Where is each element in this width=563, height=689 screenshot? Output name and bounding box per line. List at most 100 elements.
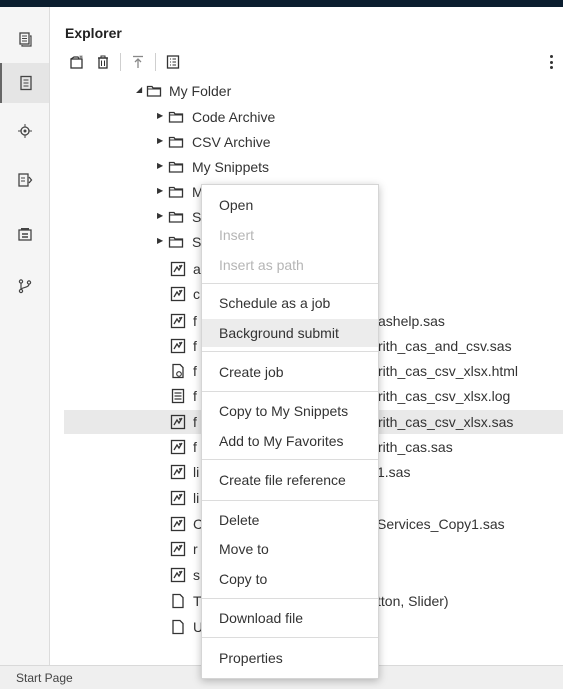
folder-icon [168,186,184,198]
tree-item-label: Code Archive [192,109,276,125]
side-rail [0,7,50,665]
folder-icon [168,136,184,148]
open-item-icon [18,32,32,47]
rail-git-button[interactable] [0,266,49,306]
tree-folder[interactable]: ▶ CSV Archive [50,130,563,154]
menu-item-label: Schedule as a job [219,295,331,311]
tree-item-label-tail: rith_cas_csv_xlsx.html [378,363,519,379]
context-menu: Open Insert Insert as path Schedule as a… [201,184,379,679]
delete-icon [98,55,108,69]
collapse-arrow-icon[interactable]: ◢ [136,85,142,94]
rail-open-item-button[interactable] [0,19,49,59]
expand-arrow-icon[interactable]: ▶ [157,236,163,245]
git-branch-icon [18,279,31,294]
menu-item-download-file[interactable]: Download file [202,604,378,632]
file-icon [172,593,184,609]
upload-button[interactable] [129,53,147,71]
tree-item-label: S [192,234,202,250]
menu-item-copy-to-snippets[interactable]: Copy to My Snippets [202,397,378,425]
tree-item-label-tail: Services_Copy1.sas [377,516,505,532]
rail-tasks-button[interactable] [0,214,49,254]
tree-item-label: a [193,261,201,277]
menu-item-background-submit[interactable]: Background submit [202,319,378,347]
more-options-icon[interactable] [547,53,555,71]
menu-item-label: Create file reference [219,472,346,488]
menu-item-schedule-as-job[interactable]: Schedule as a job [202,289,378,317]
sas-program-icon [170,261,186,277]
file-icon [172,619,184,635]
expand-arrow-icon[interactable]: ▶ [157,186,163,195]
menu-item-insert-as-path: Insert as path [202,251,378,279]
tree-item-label-tail: rith_cas_and_csv.sas [378,338,512,354]
tree-item-label-tail: rith_cas_csv_xlsx.sas [378,414,514,430]
explorer-toolbar: * [68,52,182,72]
menu-separator [202,459,378,460]
expand-arrow-icon[interactable]: ▶ [157,136,163,145]
sas-program-icon [170,439,186,455]
expand-arrow-icon[interactable]: ▶ [157,211,163,220]
tree-item-label: f [193,313,197,329]
menu-separator [202,351,378,352]
menu-item-create-file-reference[interactable]: Create file reference [202,466,378,494]
menu-item-create-job[interactable]: Create job [202,358,378,386]
menu-item-label: Copy to My Snippets [219,403,349,419]
folder-icon [146,85,162,97]
tree-item-label: My Snippets [192,159,270,175]
menu-item-move-to[interactable]: Move to [202,535,378,563]
snippets-icon [17,173,32,187]
menu-item-copy-to[interactable]: Copy to [202,565,378,593]
tree-item-label: c [193,286,200,302]
tree-item-label-tail: ashelp.sas [378,313,445,329]
start-page-tab[interactable]: Start Page [16,671,73,685]
menu-item-label: Insert [219,227,255,243]
tree-folder[interactable]: ▶ Code Archive [50,105,563,129]
expand-arrow-icon[interactable]: ▶ [157,161,163,170]
menu-separator [202,598,378,599]
rail-snippets-button[interactable] [0,160,49,200]
tree-item-label: f [193,414,197,430]
tasks-icon [17,228,32,241]
tree-item-label-tail: rith_cas_csv_xlsx.log [378,388,511,404]
menu-separator [202,391,378,392]
upload-icon [133,55,143,68]
menu-item-properties[interactable]: Properties [202,644,378,672]
sas-program-icon [170,490,186,506]
sas-program-icon [170,567,186,583]
folder-icon [168,236,184,248]
tree-item-label-tail: rith_cas.sas [378,439,453,455]
new-file-icon: * [70,54,83,69]
new-file-button[interactable]: * [68,53,86,71]
menu-item-add-to-favorites[interactable]: Add to My Favorites [202,427,378,455]
menu-item-label: Open [219,197,254,213]
html-file-icon [172,363,184,379]
toolbar-separator [120,53,121,71]
properties-icon [166,55,180,69]
toolbar-separator [155,53,156,71]
sas-program-icon [170,541,186,557]
menu-item-label: Background submit [219,325,339,341]
menu-item-delete[interactable]: Delete [202,506,378,534]
tree-item-label-tail: 1.sas [377,464,411,480]
menu-item-label: Copy to [219,571,268,587]
menu-separator [202,637,378,638]
menu-item-label: Add to My Favorites [219,433,344,449]
sas-program-icon [170,414,186,430]
rail-libraries-button[interactable] [0,111,49,151]
menu-separator [202,500,378,501]
expand-arrow-icon[interactable]: ▶ [157,111,163,120]
menu-item-label: Download file [219,610,304,626]
delete-button[interactable] [94,53,112,71]
properties-button[interactable] [164,53,182,71]
tree-root-folder[interactable]: ◢ My Folder [50,79,563,103]
tree-item-label: f [193,363,197,379]
menu-item-label: Insert as path [219,257,304,273]
tree-folder[interactable]: ▶ My Snippets [50,155,563,179]
rail-explorer-button[interactable] [0,63,49,103]
sas-program-icon [170,338,186,354]
top-bar [0,0,563,7]
menu-item-open[interactable]: Open [202,191,378,219]
sas-program-icon [170,313,186,329]
tree-item-label: f [193,338,197,354]
tree-item-label-tail: tton, Slider) [377,593,449,609]
tree-item-label: s [193,567,200,583]
